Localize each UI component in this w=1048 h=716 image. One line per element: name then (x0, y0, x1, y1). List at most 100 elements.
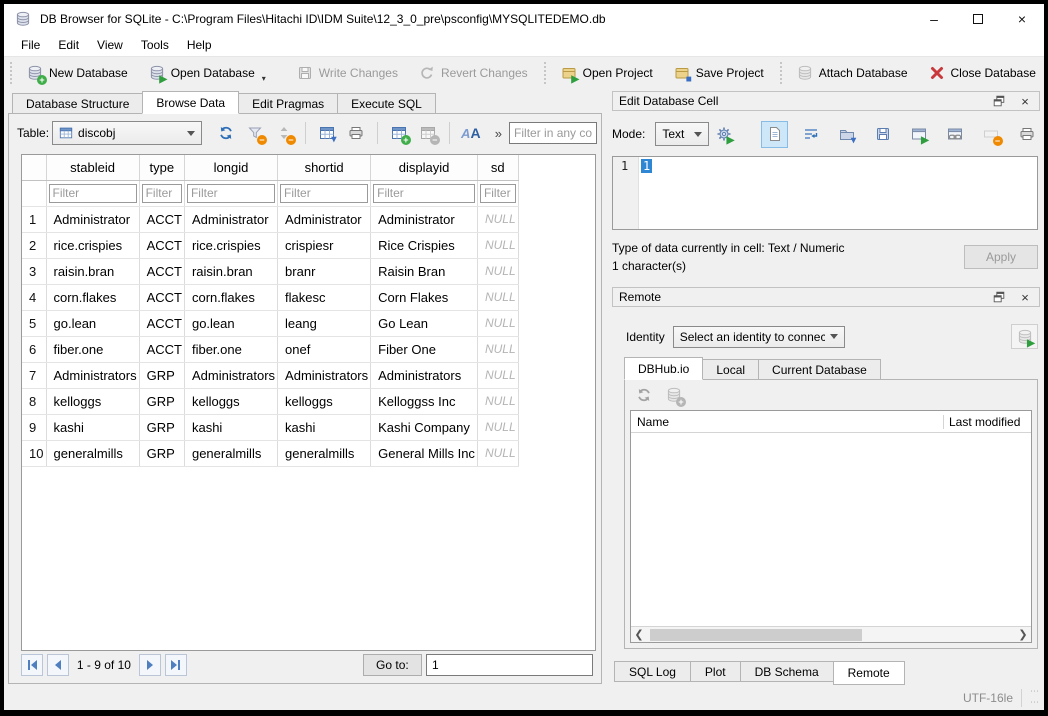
refresh-button[interactable] (213, 120, 239, 146)
data-grid[interactable]: stableid type longid shortid displayid s… (21, 154, 596, 651)
tab-local[interactable]: Local (702, 359, 759, 380)
editor-content[interactable]: 1 (639, 157, 1037, 229)
dock-tab-remote[interactable]: Remote (833, 661, 905, 685)
cell-displayid[interactable]: Kelloggss Inc (371, 388, 478, 414)
column-header-sd[interactable]: sd (477, 155, 518, 180)
cell-shortid[interactable]: branr (278, 258, 371, 284)
row-number[interactable]: 6 (22, 336, 46, 362)
cell-shortid[interactable]: generalmills (278, 440, 371, 466)
column-header-shortid[interactable]: shortid (278, 155, 371, 180)
cell-type[interactable]: ACCT (139, 206, 184, 232)
cell-shortid[interactable]: kelloggs (278, 388, 371, 414)
menu-file[interactable]: File (12, 34, 49, 56)
row-number[interactable]: 10 (22, 440, 46, 466)
tab-current-database[interactable]: Current Database (758, 359, 881, 380)
cell-sd[interactable]: NULL (477, 336, 518, 362)
cell-displayid[interactable]: Raisin Bran (371, 258, 478, 284)
table-row[interactable]: 9 kashi GRP kashi kashi Kashi Company NU… (22, 414, 518, 440)
cell-sd[interactable]: NULL (477, 206, 518, 232)
column-header-displayid[interactable]: displayid (371, 155, 478, 180)
font-button[interactable]: AA (458, 120, 484, 146)
cell-longid[interactable]: raisin.bran (184, 258, 277, 284)
column-header-type[interactable]: type (139, 155, 184, 180)
dock-float-icon[interactable] (991, 289, 1007, 305)
open-database-dropdown-icon[interactable]: ▾ (262, 74, 266, 86)
cell-type[interactable]: ACCT (139, 336, 184, 362)
last-page-button[interactable] (165, 654, 187, 676)
cell-stableid[interactable]: raisin.bran (46, 258, 139, 284)
cell-shortid[interactable]: onef (278, 336, 371, 362)
cell-sd[interactable]: NULL (477, 414, 518, 440)
cell-displayid[interactable]: Kashi Company (371, 414, 478, 440)
cell-shortid[interactable]: kashi (278, 414, 371, 440)
print-button[interactable] (343, 120, 369, 146)
clear-sorting-button[interactable]: − (271, 120, 297, 146)
new-database-button[interactable]: + New Database (16, 60, 138, 86)
cell-stableid[interactable]: generalmills (46, 440, 139, 466)
cell-longid[interactable]: kelloggs (184, 388, 277, 414)
row-number[interactable]: 7 (22, 362, 46, 388)
print-cell-button[interactable] (1013, 121, 1040, 148)
clear-filters-button[interactable]: − (242, 120, 268, 146)
cell-shortid[interactable]: leang (278, 310, 371, 336)
resize-grip-icon[interactable]: ⋯⋯ (1030, 686, 1040, 710)
cell-displayid[interactable]: Go Lean (371, 310, 478, 336)
text-mode-button[interactable] (761, 121, 788, 148)
dock-float-icon[interactable] (991, 93, 1007, 109)
filter-input-type[interactable] (142, 184, 182, 203)
cell-sd[interactable]: NULL (477, 310, 518, 336)
menu-view[interactable]: View (88, 34, 132, 56)
filter-input-shortid[interactable] (280, 184, 368, 203)
insert-record-button[interactable]: + (386, 120, 412, 146)
filter-input-longid[interactable] (187, 184, 275, 203)
first-page-button[interactable] (21, 654, 43, 676)
cell-stableid[interactable]: kelloggs (46, 388, 139, 414)
table-row[interactable]: 10 generalmills GRP generalmills general… (22, 440, 518, 466)
filter-input-sd[interactable] (480, 184, 516, 203)
cell-displayid[interactable]: Administrators (371, 362, 478, 388)
menu-edit[interactable]: Edit (49, 34, 88, 56)
table-row[interactable]: 7 Administrators GRP Administrators Admi… (22, 362, 518, 388)
column-header-stableid[interactable]: stableid (46, 155, 139, 180)
cell-sd[interactable]: NULL (477, 232, 518, 258)
cell-type[interactable]: GRP (139, 440, 184, 466)
cell-longid[interactable]: Administrator (184, 206, 277, 232)
mode-selector[interactable]: Text (655, 122, 709, 146)
tab-dbhub[interactable]: DBHub.io (624, 357, 703, 380)
column-header-last-modified[interactable]: Last modified (943, 415, 1031, 429)
menu-tools[interactable]: Tools (132, 34, 178, 56)
cell-shortid[interactable]: Administrators (278, 362, 371, 388)
cell-longid[interactable]: rice.crispies (184, 232, 277, 258)
encoding-label[interactable]: UTF-16le (963, 691, 1013, 705)
table-selector[interactable]: discobj (52, 121, 202, 145)
cell-longid[interactable]: kashi (184, 414, 277, 440)
open-database-button[interactable]: ▶ Open Database ▾ (138, 60, 276, 86)
dock-tab-db-schema[interactable]: DB Schema (740, 661, 834, 682)
cell-longid[interactable]: generalmills (184, 440, 277, 466)
column-header-name[interactable]: Name (631, 415, 943, 429)
cell-stableid[interactable]: go.lean (46, 310, 139, 336)
next-page-button[interactable] (139, 654, 161, 676)
cell-type[interactable]: GRP (139, 388, 184, 414)
table-row[interactable]: 5 go.lean ACCT go.lean leang Go Lean NUL… (22, 310, 518, 336)
row-number[interactable]: 3 (22, 258, 46, 284)
cell-shortid[interactable]: crispiesr (278, 232, 371, 258)
cell-type[interactable]: GRP (139, 414, 184, 440)
scrollbar-thumb[interactable] (650, 629, 862, 641)
goto-button[interactable]: Go to: (363, 654, 422, 676)
cell-sd[interactable]: NULL (477, 362, 518, 388)
dock-tab-sql-log[interactable]: SQL Log (614, 661, 691, 682)
cell-type[interactable]: ACCT (139, 310, 184, 336)
cell-stableid[interactable]: Administrators (46, 362, 139, 388)
save-table-button[interactable]: ▾ (314, 120, 340, 146)
identity-selector[interactable]: Select an identity to connect (673, 326, 845, 348)
cell-stableid[interactable]: kashi (46, 414, 139, 440)
maximize-button[interactable] (956, 5, 1000, 33)
tab-execute-sql[interactable]: Execute SQL (337, 93, 436, 114)
open-in-app-button[interactable]: ▶ (905, 121, 932, 148)
menu-help[interactable]: Help (178, 34, 221, 56)
cell-stableid[interactable]: corn.flakes (46, 284, 139, 310)
minimize-button[interactable]: – (912, 5, 956, 33)
column-header-longid[interactable]: longid (184, 155, 277, 180)
cell-displayid[interactable]: Fiber One (371, 336, 478, 362)
